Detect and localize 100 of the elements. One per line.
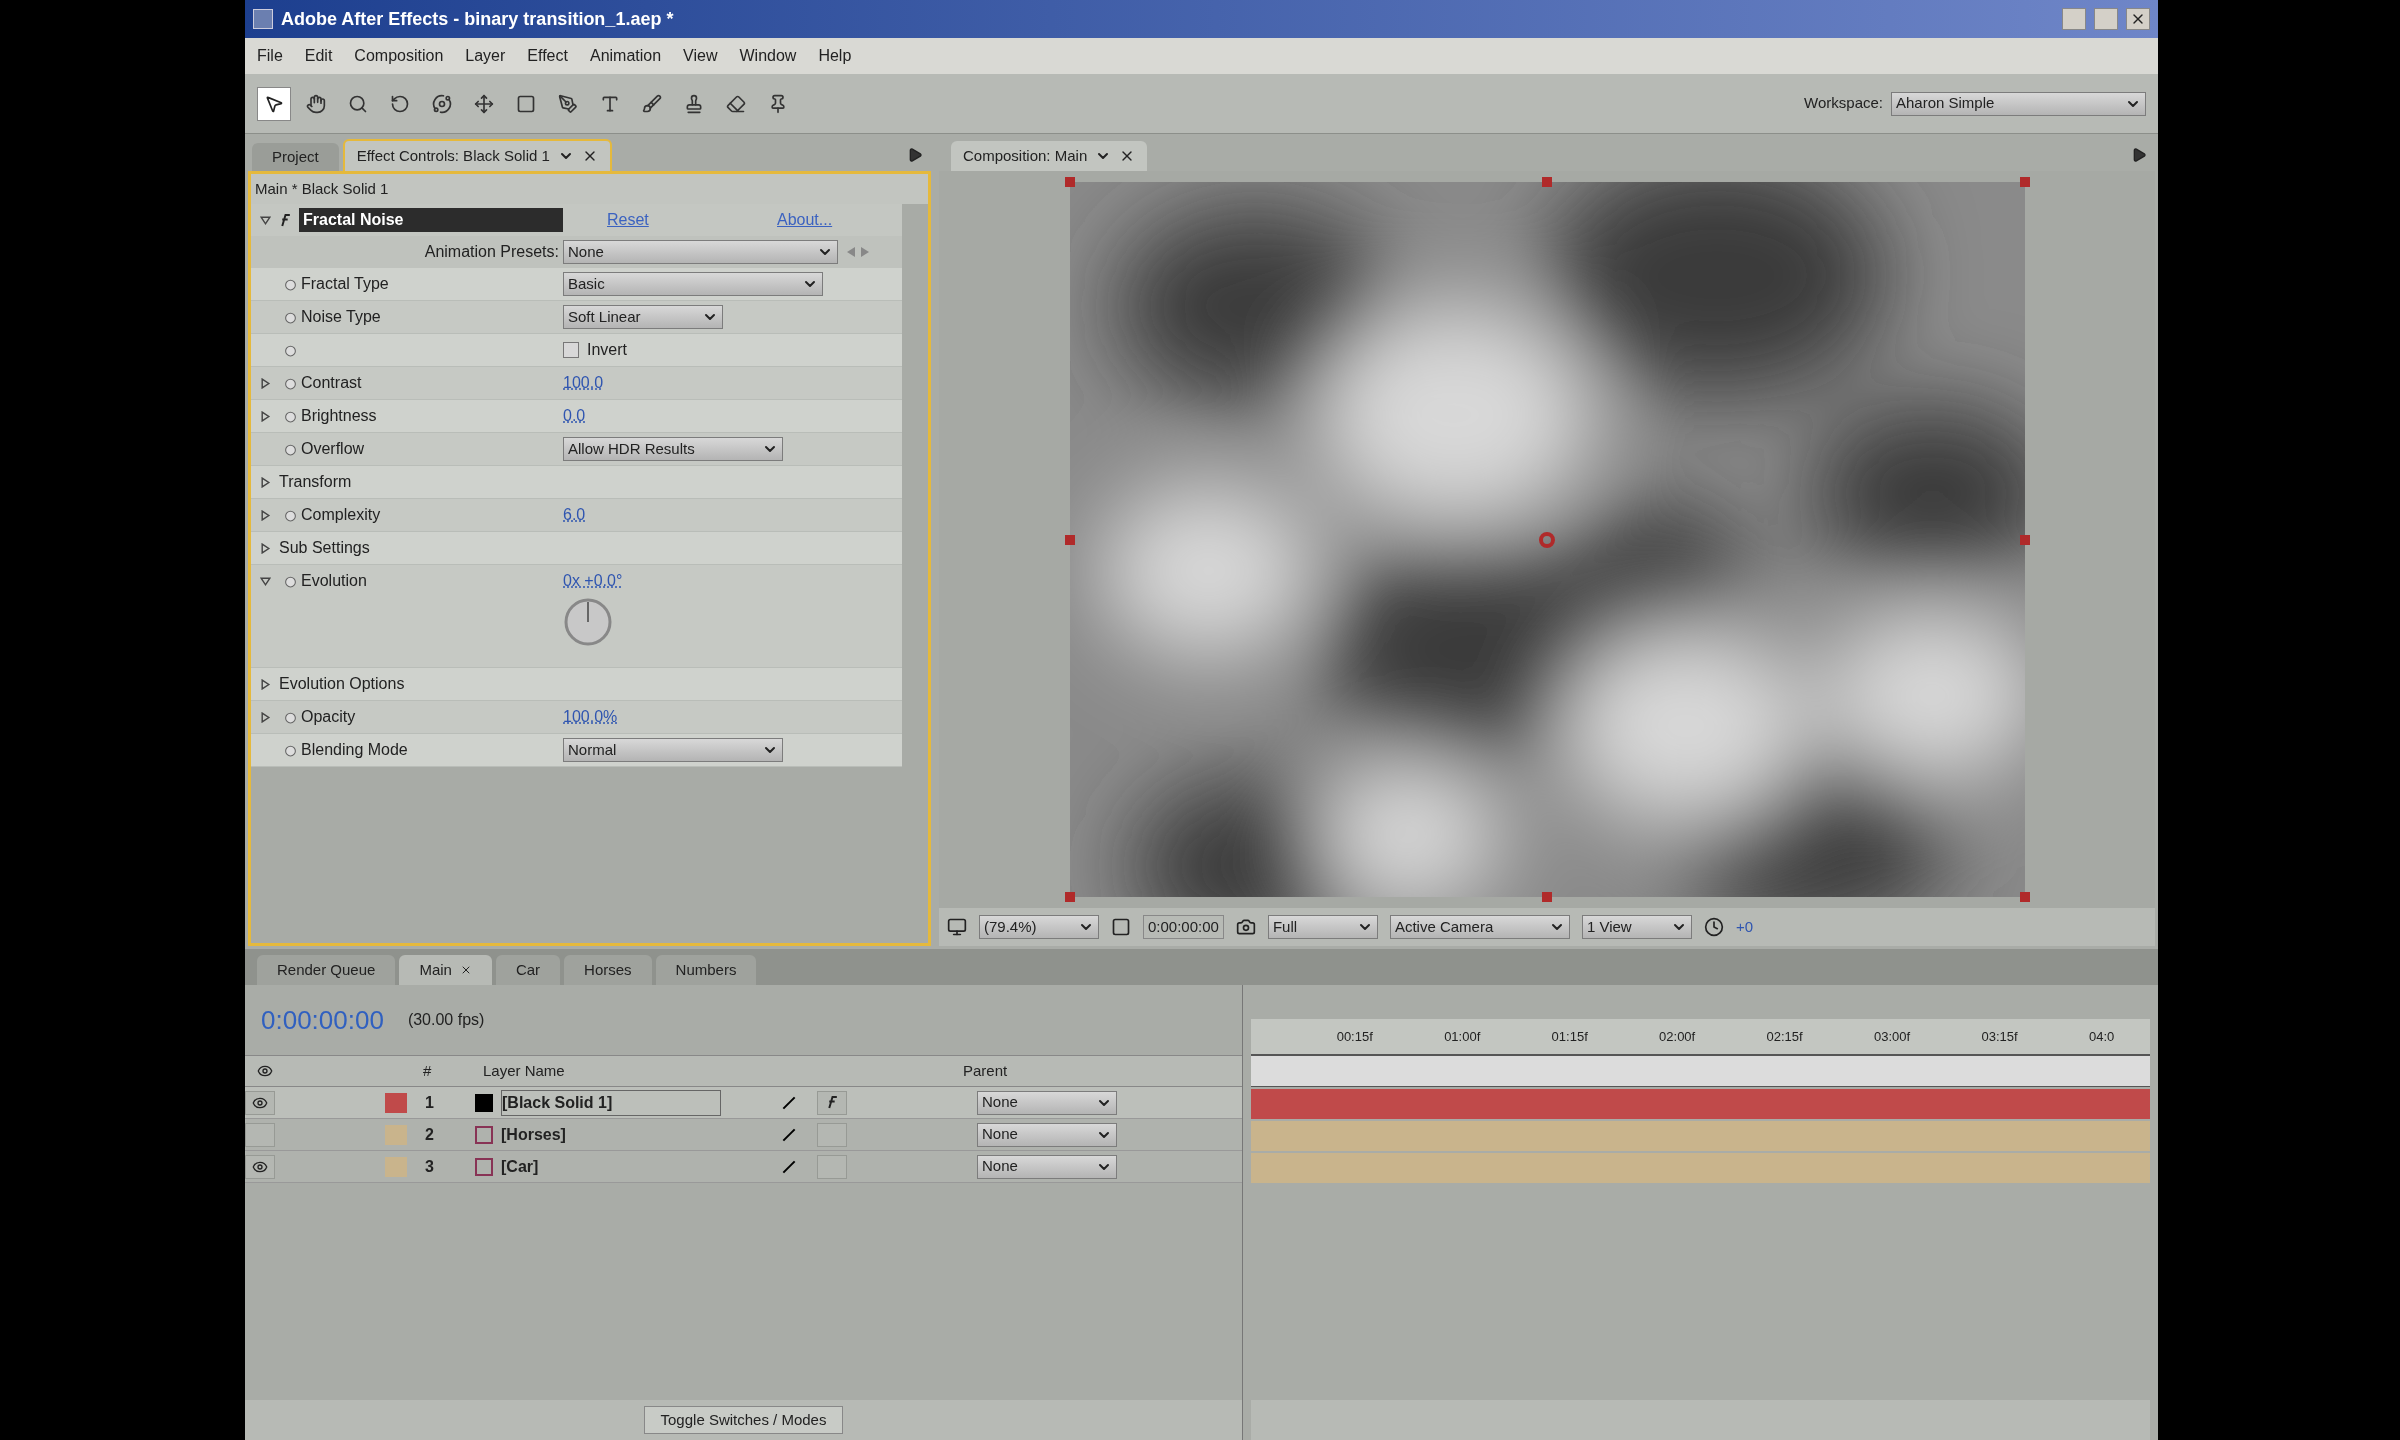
parent-dropdown[interactable]: None xyxy=(977,1122,1117,1147)
property-label: Evolution Options xyxy=(279,675,405,692)
stopwatch-icon[interactable] xyxy=(283,574,297,588)
safe-zones-icon[interactable] xyxy=(1111,917,1131,937)
selection-tool[interactable] xyxy=(257,86,291,121)
twirl-triangle-icon[interactable] xyxy=(259,575,271,587)
transform-handle[interactable] xyxy=(1064,892,1075,902)
property-label: Noise Type xyxy=(301,308,381,325)
timeline-tab[interactable]: Car xyxy=(495,955,561,985)
stopwatch-icon[interactable] xyxy=(283,442,297,456)
panel-tab[interactable]: Composition: Main xyxy=(951,141,1148,171)
time-ruler-label: 00:15f xyxy=(1336,1027,1373,1046)
pen-icon xyxy=(558,93,578,114)
resolution-dropdown[interactable]: Full xyxy=(1267,915,1378,939)
eye-icon[interactable] xyxy=(257,1063,273,1079)
visibility-switch[interactable] xyxy=(245,1122,275,1147)
toggle-switches-button[interactable]: Toggle Switches / Modes xyxy=(643,1406,844,1434)
effects-switch[interactable] xyxy=(817,1122,847,1147)
transform-handle[interactable] xyxy=(2019,534,2030,545)
property-dropdown[interactable]: Basic xyxy=(563,272,823,296)
layer-name[interactable]: [Black Solid 1] xyxy=(501,1089,721,1116)
fast-previews-icon[interactable] xyxy=(1703,917,1724,937)
effects-switch[interactable] xyxy=(817,1090,847,1115)
menu-item[interactable]: Effect xyxy=(527,44,568,68)
stopwatch-icon[interactable] xyxy=(283,343,297,357)
property-value[interactable]: 100.0 xyxy=(563,371,604,395)
timeline-tab[interactable]: Horses xyxy=(564,955,652,985)
transform-handle[interactable] xyxy=(1064,177,1075,187)
menu-item[interactable]: View xyxy=(683,44,718,68)
stopwatch-icon[interactable] xyxy=(283,508,297,522)
twirl-triangle-icon[interactable] xyxy=(259,711,271,723)
label-color-swatch[interactable] xyxy=(385,1092,407,1113)
layer-row[interactable]: 1 [Black Solid 1] None xyxy=(245,1087,1242,1119)
work-area-bar[interactable] xyxy=(1251,1055,2150,1087)
property-dropdown[interactable]: Allow HDR Results xyxy=(563,437,783,461)
twirl-triangle-icon[interactable] xyxy=(259,410,271,422)
menu-item[interactable]: Help xyxy=(818,44,852,68)
twirl-triangle-icon[interactable] xyxy=(259,377,271,389)
magnification-dropdown[interactable]: (79.4%) xyxy=(979,915,1099,939)
twirl-triangle-icon[interactable] xyxy=(259,509,271,521)
twirl-triangle-icon[interactable] xyxy=(259,542,271,554)
visibility-switch[interactable] xyxy=(245,1090,275,1115)
transform-handle[interactable] xyxy=(1542,892,1552,902)
stopwatch-icon[interactable] xyxy=(283,310,297,324)
label-color-swatch[interactable] xyxy=(385,1124,407,1145)
exposure-value[interactable]: +0 xyxy=(1735,915,1753,939)
visibility-switch[interactable] xyxy=(245,1154,275,1179)
effects-switch[interactable] xyxy=(817,1154,847,1179)
stopwatch-icon[interactable] xyxy=(283,277,297,291)
twirl-triangle-icon[interactable] xyxy=(259,214,271,226)
property-value[interactable]: 0x +0.0° xyxy=(563,569,623,593)
menu-item[interactable]: Window xyxy=(739,44,797,68)
timeline-tab[interactable]: Numbers xyxy=(655,955,757,985)
menu-item[interactable]: Layer xyxy=(465,44,506,68)
menu-item[interactable]: Composition xyxy=(354,44,444,68)
property-value[interactable]: 6.0 xyxy=(563,503,586,527)
presets-dropdown[interactable]: None xyxy=(563,240,838,264)
panel-options-icon[interactable] xyxy=(907,147,923,163)
twirl-triangle-icon[interactable] xyxy=(259,678,271,690)
time-ruler-label: 02:15f xyxy=(1766,1027,1803,1046)
layer-row[interactable]: 2 [Horses] None xyxy=(245,1119,1242,1151)
property-dropdown[interactable]: Soft Linear xyxy=(563,305,723,329)
label-color-swatch[interactable] xyxy=(385,1156,407,1177)
menu-item[interactable]: File xyxy=(257,44,283,68)
transform-handle[interactable] xyxy=(1542,177,1552,187)
panel-options-icon[interactable] xyxy=(2131,147,2147,163)
property-dropdown[interactable]: Normal xyxy=(563,738,783,762)
stopwatch-icon[interactable] xyxy=(283,376,297,390)
layer-row[interactable]: 3 [Car] None xyxy=(245,1151,1242,1183)
property-value[interactable]: 100.0% xyxy=(563,705,618,729)
panel-tab[interactable]: Project xyxy=(252,143,339,171)
stopwatch-icon[interactable] xyxy=(283,743,297,757)
parent-dropdown[interactable]: None xyxy=(977,1090,1117,1115)
snapshot-icon[interactable] xyxy=(1235,917,1256,937)
time-ruler-label: 02:00f xyxy=(1659,1027,1696,1046)
transform-handle[interactable] xyxy=(2019,177,2030,187)
menu-item[interactable]: Edit xyxy=(304,44,333,68)
effect-icon[interactable] xyxy=(279,213,292,227)
menu-item[interactable]: Animation xyxy=(589,44,662,68)
property-value[interactable]: 0.0 xyxy=(563,404,586,428)
search-icon xyxy=(348,93,368,114)
camera-dropdown[interactable]: Active Camera xyxy=(1389,915,1570,939)
workspace-dropdown[interactable]: Aharon Simple xyxy=(1891,91,2146,116)
invert-checkbox[interactable] xyxy=(563,342,579,358)
monitor-icon[interactable] xyxy=(947,917,967,937)
transform-handle[interactable] xyxy=(2019,892,2030,902)
timeline-tab[interactable]: Main xyxy=(399,955,492,985)
panel-tab[interactable]: Effect Controls: Black Solid 1 xyxy=(342,139,612,171)
view-layout-dropdown[interactable]: 1 View xyxy=(1581,915,1692,939)
layer-name[interactable]: [Horses] xyxy=(501,1122,721,1147)
layer-name[interactable]: [Car] xyxy=(501,1154,721,1179)
current-time[interactable]: 0:00:00:00 xyxy=(1143,914,1224,940)
presets-label: Animation Presets: xyxy=(423,242,560,262)
stopwatch-icon[interactable] xyxy=(283,409,297,423)
stopwatch-icon[interactable] xyxy=(283,710,297,724)
transform-handle[interactable] xyxy=(1064,534,1075,545)
timeline-tab[interactable]: Render Queue xyxy=(257,955,396,985)
close-button[interactable] xyxy=(2126,8,2150,30)
twirl-triangle-icon[interactable] xyxy=(259,476,271,488)
parent-dropdown[interactable]: None xyxy=(977,1154,1117,1179)
